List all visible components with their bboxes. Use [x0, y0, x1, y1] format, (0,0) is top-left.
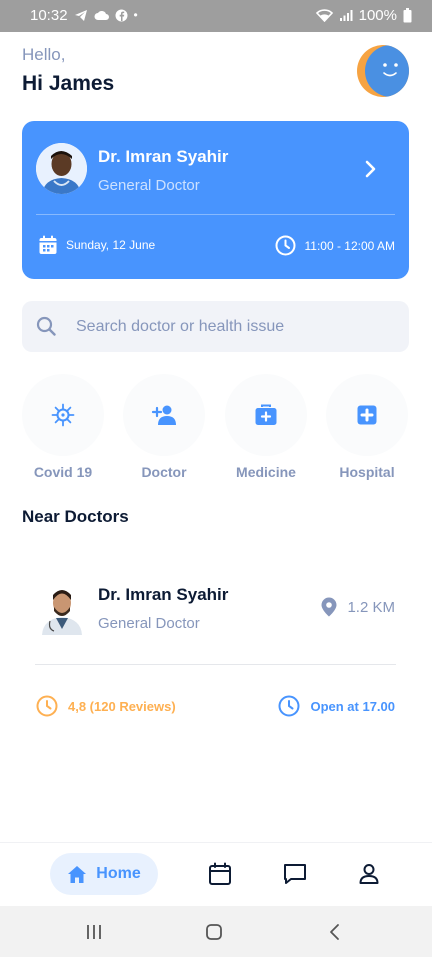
- dot-icon: •: [133, 8, 138, 22]
- calendar-icon[interactable]: [208, 862, 232, 886]
- status-bar: 10:32 • 100%: [0, 0, 432, 32]
- status-time: 10:32: [30, 7, 68, 24]
- category-hospital-label: Hospital: [339, 464, 395, 480]
- appointment-time: 11:00 - 12:00 AM: [275, 235, 395, 256]
- chat-icon[interactable]: [283, 862, 307, 886]
- virus-icon: [51, 403, 75, 427]
- near-doctor-photo: [42, 590, 82, 635]
- category-covid[interactable]: Covid 19: [22, 374, 104, 480]
- system-nav-bar: [0, 906, 432, 957]
- clock-icon: [36, 695, 58, 717]
- greeting-name: Hi James: [22, 72, 115, 95]
- recent-apps-icon[interactable]: [84, 922, 104, 942]
- nav-home-label: Home: [96, 865, 141, 882]
- profile-icon[interactable]: [357, 862, 381, 886]
- near-doctor-open-text: Open at 17.00: [310, 698, 395, 714]
- appointment-divider: [36, 214, 395, 215]
- near-doctors-title: Near Doctors: [22, 507, 129, 526]
- appointment-card[interactable]: Dr. Imran Syahir General Doctor Sunday, …: [22, 121, 409, 279]
- near-doctor-card[interactable]: Dr. Imran Syahir General Doctor 1.2 KM 4…: [22, 545, 409, 745]
- appointment-doctor-name: Dr. Imran Syahir: [98, 147, 229, 166]
- category-hospital[interactable]: Hospital: [326, 374, 408, 480]
- appointment-doctor-role: General Doctor: [98, 177, 200, 194]
- location-pin-icon: [321, 597, 337, 617]
- category-medicine-label: Medicine: [236, 464, 296, 480]
- clock-icon: [275, 235, 296, 256]
- calendar-icon: [39, 235, 57, 254]
- category-doctor-label: Doctor: [141, 464, 187, 480]
- near-doctor-divider: [35, 664, 396, 665]
- near-doctor-rating: 4,8 (120 Reviews): [36, 695, 176, 717]
- near-doctor-rating-text: 4,8 (120 Reviews): [68, 698, 176, 714]
- doctor-photo: [36, 143, 87, 194]
- appointment-time-text: 11:00 - 12:00 AM: [304, 238, 395, 253]
- near-doctor-open: Open at 17.00: [278, 695, 395, 717]
- category-covid-label: Covid 19: [33, 464, 93, 480]
- category-medicine-circle: [225, 374, 307, 456]
- search-input[interactable]: [76, 314, 396, 340]
- chevron-right-icon[interactable]: [359, 158, 381, 180]
- search-icon: [36, 316, 56, 336]
- bottom-nav: Home: [0, 842, 432, 906]
- hospital-cross-icon: [357, 405, 377, 425]
- telegram-icon: [74, 10, 87, 21]
- appointment-date: Sunday, 12 June: [38, 235, 155, 255]
- back-icon[interactable]: [325, 922, 345, 942]
- battery-percent: 100%: [358, 7, 397, 24]
- cloud-icon: [94, 10, 109, 20]
- home-icon: [68, 865, 87, 883]
- nav-home[interactable]: Home: [50, 853, 158, 895]
- clock-icon: [278, 695, 300, 717]
- category-hospital-circle: [326, 374, 408, 456]
- facebook-icon: [115, 9, 128, 22]
- near-doctor-role: General Doctor: [98, 615, 200, 632]
- medkit-icon: [255, 404, 277, 425]
- near-doctor-distance: 1.2 KM: [321, 597, 395, 617]
- avatar-face-icon: [365, 45, 409, 97]
- battery-icon: [403, 8, 412, 23]
- wifi-icon: [315, 9, 333, 22]
- near-doctor-name: Dr. Imran Syahir: [98, 585, 229, 604]
- signal-icon: [339, 10, 353, 21]
- category-medicine[interactable]: Medicine: [225, 374, 307, 480]
- near-doctor-distance-text: 1.2 KM: [347, 598, 395, 616]
- category-doctor[interactable]: Doctor: [123, 374, 205, 480]
- home-button-icon[interactable]: [204, 922, 224, 942]
- appointment-date-text: Sunday, 12 June: [66, 238, 156, 252]
- category-covid-circle: [22, 374, 104, 456]
- avatar[interactable]: [357, 45, 409, 97]
- add-user-icon: [151, 405, 176, 425]
- search-bar[interactable]: [22, 301, 409, 352]
- category-doctor-circle: [123, 374, 205, 456]
- greeting-hello: Hello,: [22, 45, 66, 64]
